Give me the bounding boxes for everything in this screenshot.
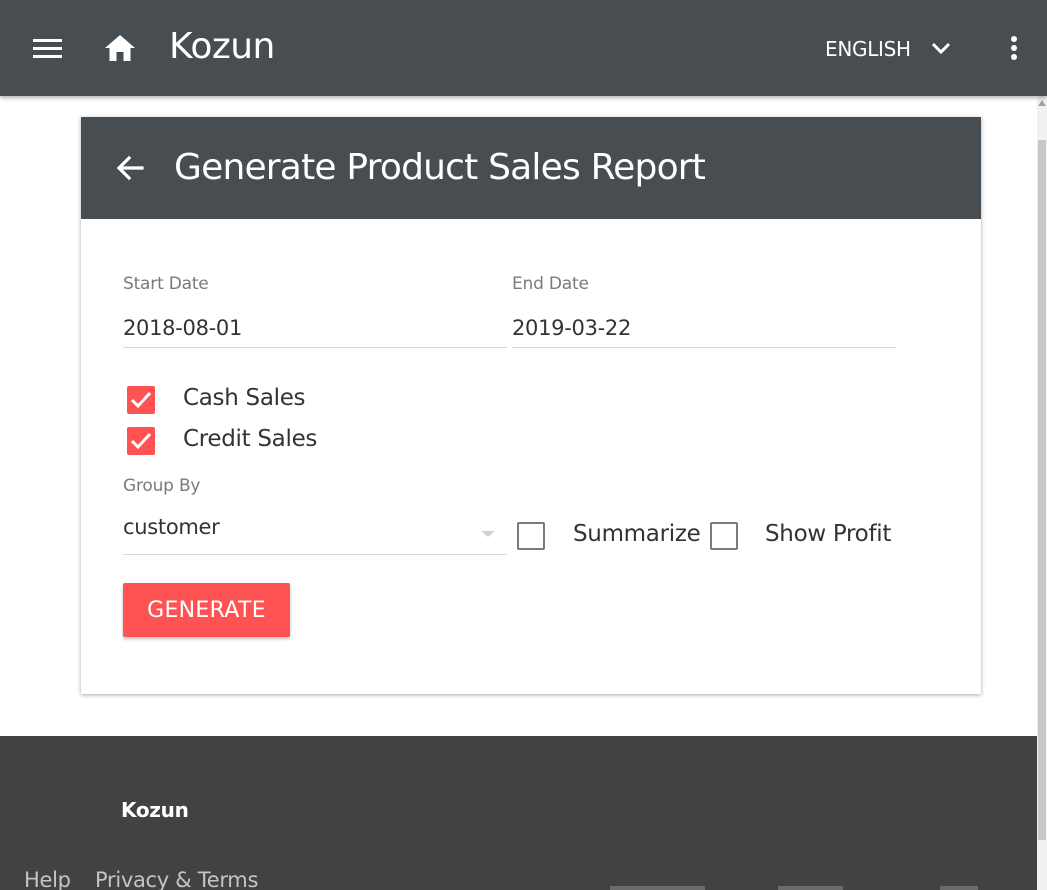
scrollbar[interactable] [1037, 96, 1047, 890]
group-by-select[interactable]: customer [123, 507, 507, 555]
check-icon [130, 432, 152, 450]
show-profit-label: Show Profit [765, 521, 892, 547]
page-title: Generate Product Sales Report [174, 147, 706, 188]
summarize-checkbox[interactable] [517, 522, 545, 550]
app-title: Kozun [169, 26, 275, 67]
footer-cutoff-text [940, 886, 978, 890]
app-bar: Kozun ENGLISH [0, 0, 1047, 96]
scroll-up-arrow-icon[interactable] [1038, 100, 1046, 106]
summarize-label: Summarize [573, 521, 701, 547]
chevron-down-icon [931, 42, 950, 55]
show-profit-checkbox[interactable] [710, 522, 738, 550]
cash-sales-checkbox[interactable] [127, 386, 155, 414]
end-date-input[interactable] [512, 308, 896, 348]
more-vert-icon[interactable] [1008, 35, 1020, 63]
home-icon[interactable] [104, 33, 136, 63]
footer-cutoff-text [610, 886, 705, 890]
language-select[interactable]: ENGLISH [825, 34, 951, 64]
check-icon [130, 391, 152, 409]
footer-link-privacy-terms[interactable]: Privacy & Terms [95, 868, 258, 890]
footer-cutoff-text [778, 886, 843, 890]
report-card: Generate Product Sales Report Start Date… [81, 117, 981, 694]
footer: Kozun Help Privacy & Terms [0, 736, 1037, 890]
scroll-thumb[interactable] [1038, 140, 1046, 840]
dropdown-arrow-icon [481, 531, 495, 537]
credit-sales-label: Credit Sales [183, 426, 318, 452]
group-by-label: Group By [123, 476, 201, 496]
start-date-label: Start Date [123, 274, 209, 294]
back-arrow-icon[interactable] [116, 155, 144, 181]
cash-sales-label: Cash Sales [183, 385, 306, 411]
menu-icon[interactable] [33, 38, 63, 60]
card-header: Generate Product Sales Report [81, 117, 981, 219]
footer-link-help[interactable]: Help [24, 868, 71, 890]
generate-button[interactable]: GENERATE [123, 583, 290, 637]
end-date-label: End Date [512, 274, 589, 294]
group-by-value: customer [123, 515, 220, 539]
language-label: ENGLISH [825, 37, 911, 61]
credit-sales-checkbox[interactable] [127, 427, 155, 455]
start-date-input[interactable] [123, 308, 507, 348]
footer-brand: Kozun [121, 798, 189, 822]
